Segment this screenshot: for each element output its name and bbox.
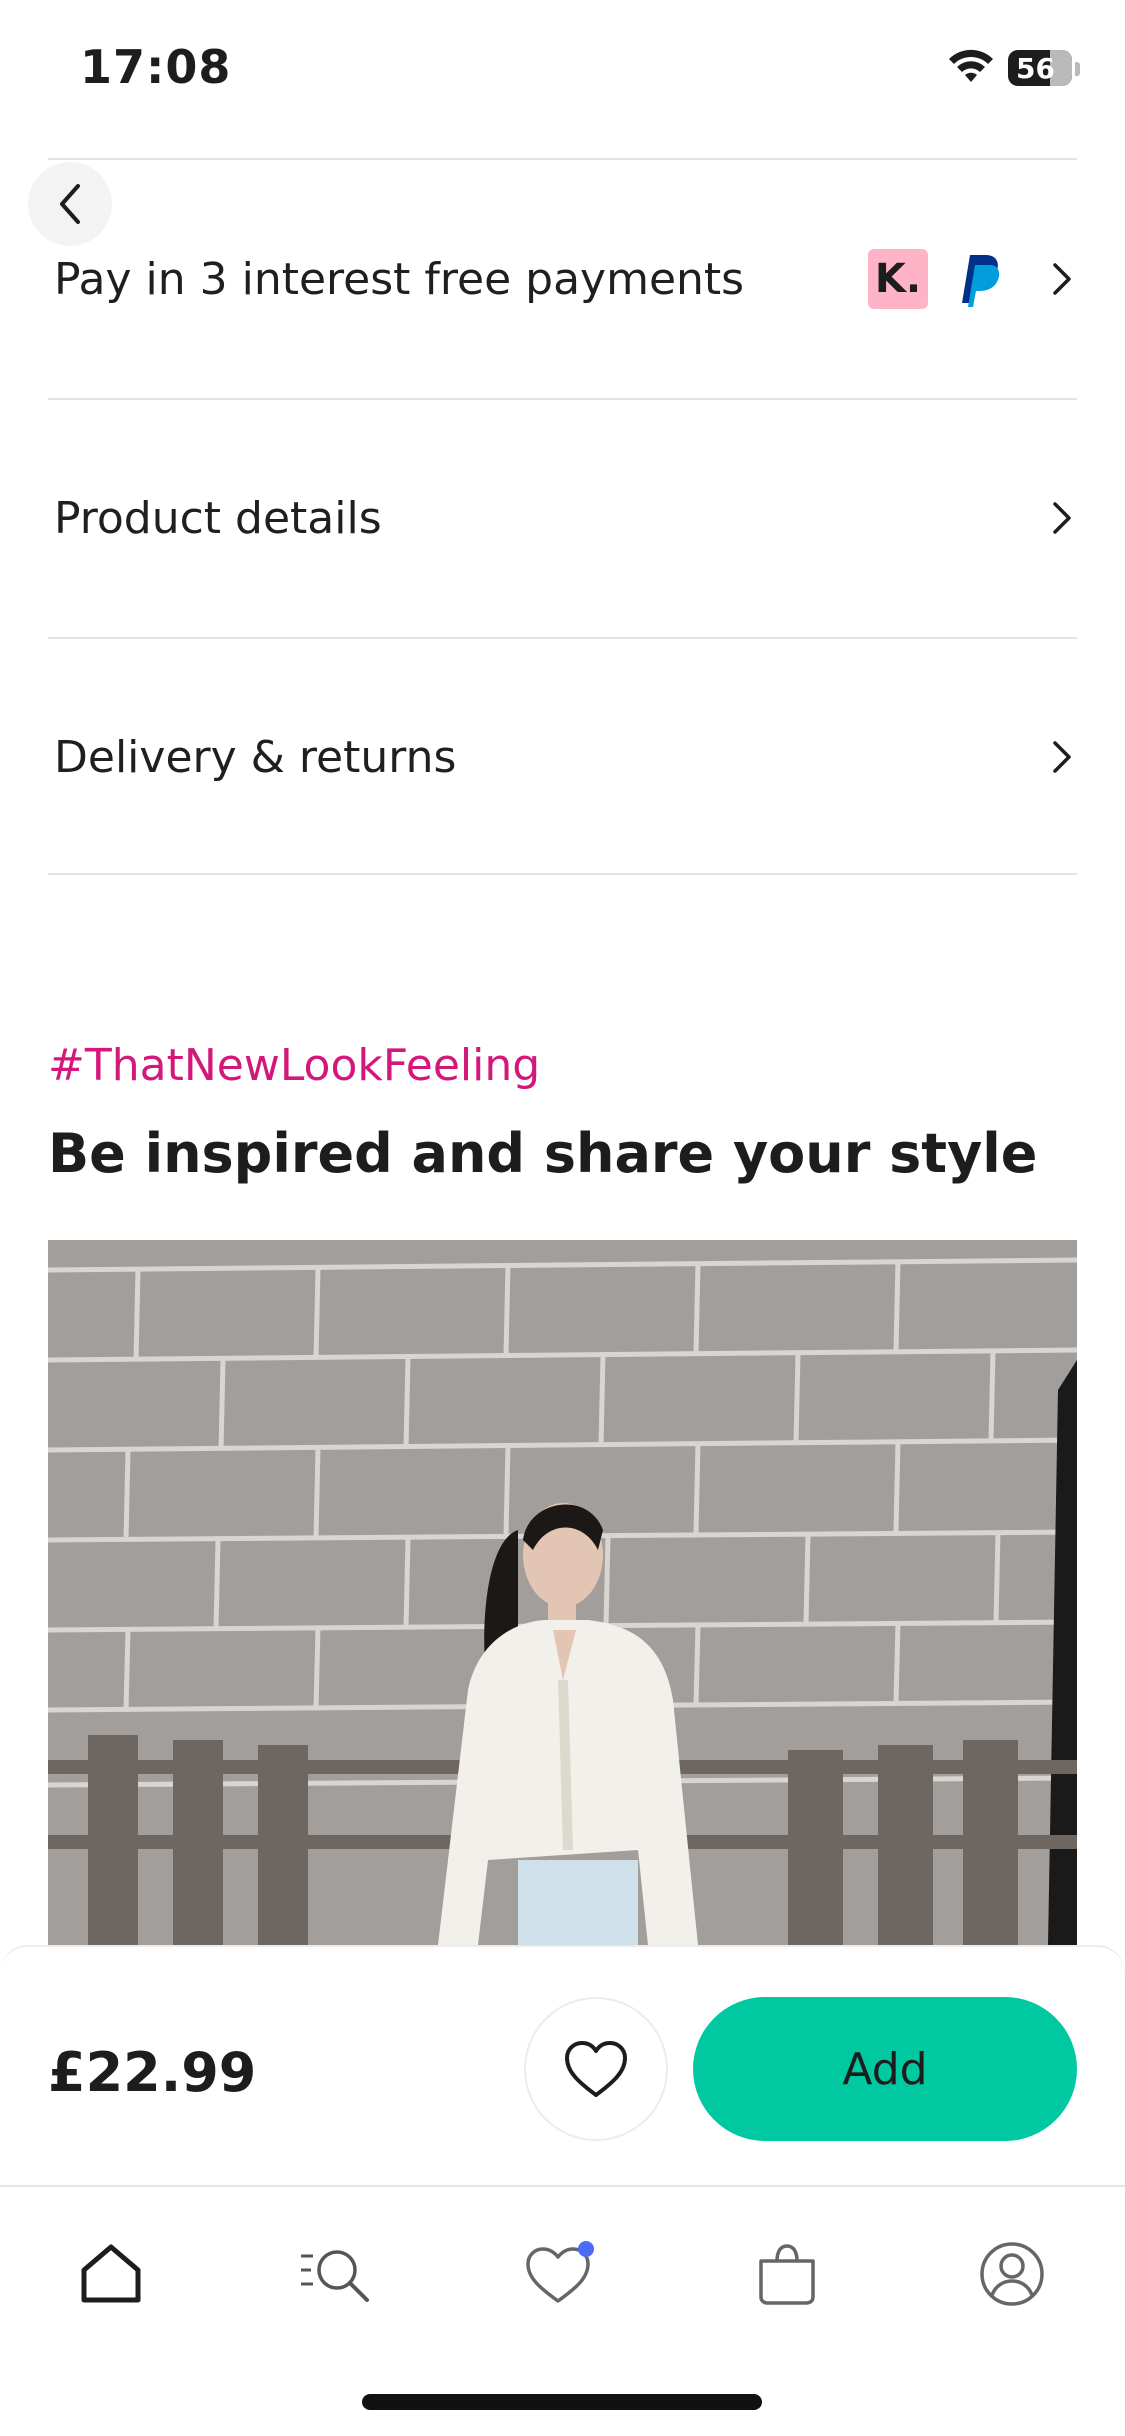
back-button[interactable] bbox=[28, 162, 112, 246]
add-to-bag-bar: £22.99 Add bbox=[0, 1945, 1125, 2185]
status-time: 17:08 bbox=[80, 40, 232, 94]
battery-icon: 56 bbox=[1008, 50, 1072, 86]
inspiration-photo[interactable] bbox=[48, 1240, 1077, 1945]
product-details-row[interactable]: Product details bbox=[48, 463, 1077, 573]
product-details-label: Product details bbox=[54, 492, 382, 544]
pay-in-3-label: Pay in 3 interest free payments bbox=[54, 253, 745, 305]
divider bbox=[48, 637, 1077, 639]
divider bbox=[48, 873, 1077, 875]
heart-icon bbox=[565, 2041, 627, 2097]
tab-account[interactable] bbox=[967, 2229, 1057, 2319]
chevron-left-icon bbox=[60, 184, 80, 224]
klarna-icon: K. bbox=[868, 249, 928, 309]
divider bbox=[48, 158, 1077, 160]
tab-bag[interactable] bbox=[742, 2229, 832, 2319]
price: £22.99 bbox=[48, 2041, 257, 2104]
tab-wishlist[interactable] bbox=[517, 2229, 607, 2319]
delivery-returns-row[interactable]: Delivery & returns bbox=[48, 702, 1077, 812]
paypal-icon bbox=[962, 255, 1000, 307]
add-button[interactable]: Add bbox=[693, 1997, 1077, 2141]
home-icon bbox=[81, 2244, 141, 2303]
photo-illustration bbox=[48, 1240, 1077, 1945]
section-title: Be inspired and share your style bbox=[48, 1122, 1038, 1185]
pay-in-3-row[interactable]: Pay in 3 interest free payments K. bbox=[48, 224, 1077, 334]
chevron-right-icon bbox=[1053, 741, 1071, 773]
divider bbox=[48, 398, 1077, 400]
account-icon bbox=[980, 2242, 1044, 2306]
status-bar: 17:08 56 bbox=[0, 0, 1125, 140]
tab-home[interactable] bbox=[66, 2229, 156, 2319]
wishlist-button[interactable] bbox=[524, 1997, 668, 2141]
chevron-right-icon bbox=[1053, 263, 1071, 295]
search-icon bbox=[301, 2250, 369, 2302]
battery-level: 56 bbox=[1016, 51, 1055, 85]
wishlist-icon bbox=[526, 2241, 594, 2303]
bag-icon bbox=[759, 2244, 815, 2305]
hashtag-link[interactable]: #ThatNewLookFeeling bbox=[48, 1040, 540, 1091]
wifi-icon bbox=[949, 49, 993, 82]
chevron-right-icon bbox=[1053, 502, 1071, 534]
delivery-returns-label: Delivery & returns bbox=[54, 731, 457, 783]
home-indicator[interactable] bbox=[362, 2394, 762, 2410]
tab-search[interactable] bbox=[290, 2229, 380, 2319]
notification-badge bbox=[578, 2241, 594, 2257]
